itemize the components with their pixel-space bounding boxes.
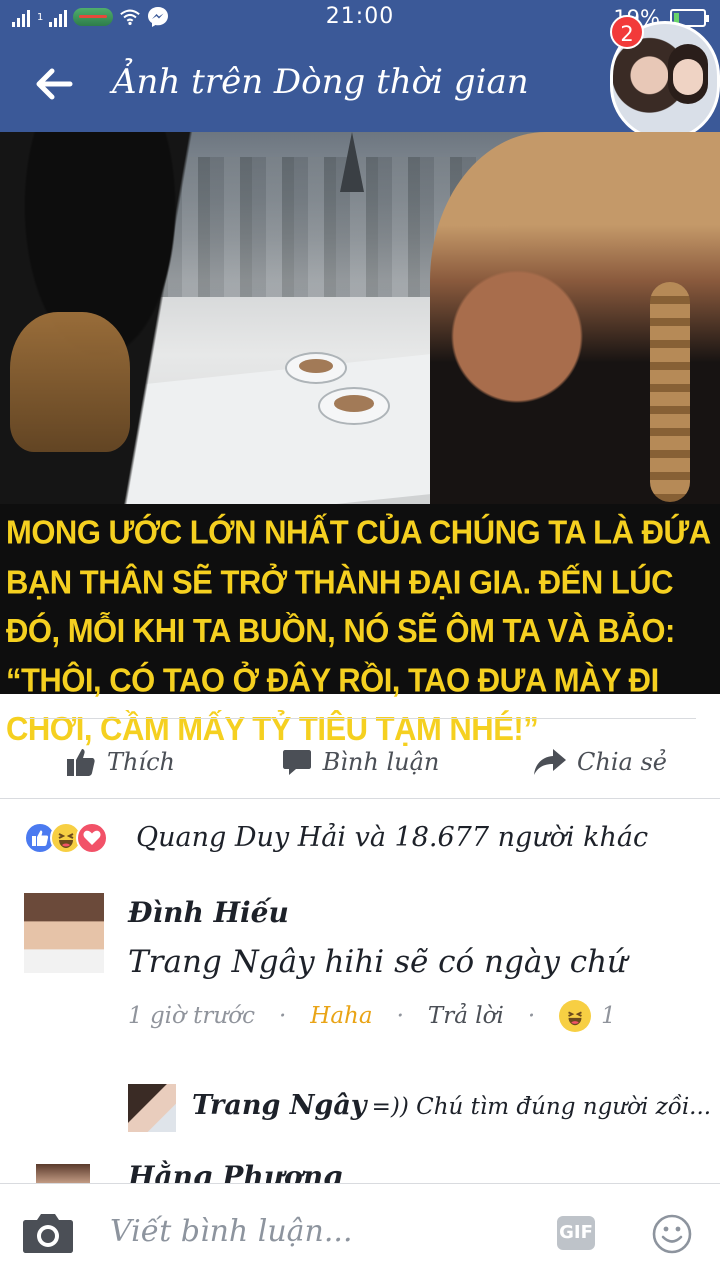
comment-bubble-icon [282,750,311,775]
comment-button[interactable]: Bình luận [240,728,480,796]
woman-left-hair [10,312,130,452]
chat-badge: 2 [610,15,644,49]
chat-head-bubble[interactable]: 2 [610,15,720,141]
commenter-name[interactable]: Đình Hiếu [128,896,289,929]
commenter-avatar[interactable] [36,1164,90,1184]
page-title: Ảnh trên Dòng thời gian [112,62,529,102]
share-button[interactable]: Chia sẻ [480,728,720,796]
love-reaction-icon [76,822,108,854]
comment-time: 1 giờ trước [128,1003,255,1029]
coffee-cup [285,352,347,384]
separator-dot: · [278,1003,287,1029]
separator-dot: · [527,1003,536,1029]
smiley-icon [652,1214,692,1254]
reactions-summary[interactable]: Quang Duy Hải và 18.677 người khác [136,822,648,853]
sticker-button[interactable] [652,1214,692,1258]
share-arrow-icon [534,749,567,775]
comment-text: Trang Ngây hihi sẽ có ngày chứ [128,944,628,980]
back-arrow-icon [36,68,73,100]
eiffel-tower [340,132,364,192]
reply-button[interactable]: Trả lời [428,1003,504,1029]
separator-dot: · [396,1003,404,1029]
divider [24,718,696,719]
commenter-avatar[interactable] [24,893,104,973]
like-button[interactable]: Thích [0,728,240,796]
comment-input[interactable] [110,1206,530,1256]
photo-caption: Mong ước lớn nhất của chúng ta là đứa bạ… [0,504,720,748]
back-button[interactable] [30,60,78,108]
caption-text: Mong ước lớn nhất của chúng ta là đứa bạ… [6,513,710,748]
comment-meta: 1 giờ trước · Haha · Trả lời · 1 [128,1000,616,1032]
haha-button[interactable]: Haha [310,1003,372,1029]
reply-text: =)) Chú tìm đúng người zồi... [371,1094,712,1120]
haha-reaction-icon[interactable] [559,1000,592,1032]
divider [0,798,720,799]
comment-composer: GIF [0,1183,720,1280]
thumbs-up-icon [66,749,95,776]
reply-author: Trang Ngây [192,1090,367,1121]
comment-label: Bình luận [322,748,440,776]
like-label: Thích [106,748,176,776]
camera-button[interactable] [22,1212,74,1258]
reply-preview[interactable]: Trang Ngây =)) Chú tìm đúng người zồi... [192,1090,711,1121]
post-actions: Thích Bình luận Chia sẻ [0,728,720,796]
reply-avatar[interactable] [128,1084,176,1132]
coffee-cup [318,387,390,425]
share-label: Chia sẻ [577,748,667,776]
gif-button[interactable]: GIF [557,1216,595,1250]
camera-icon [23,1214,73,1253]
post-photo[interactable] [0,132,720,504]
reaction-icons[interactable] [24,822,108,854]
commenter-name[interactable]: Hằng Phương [128,1160,343,1184]
woman-right-braid [650,282,690,502]
reaction-count[interactable]: 1 [601,1003,616,1029]
